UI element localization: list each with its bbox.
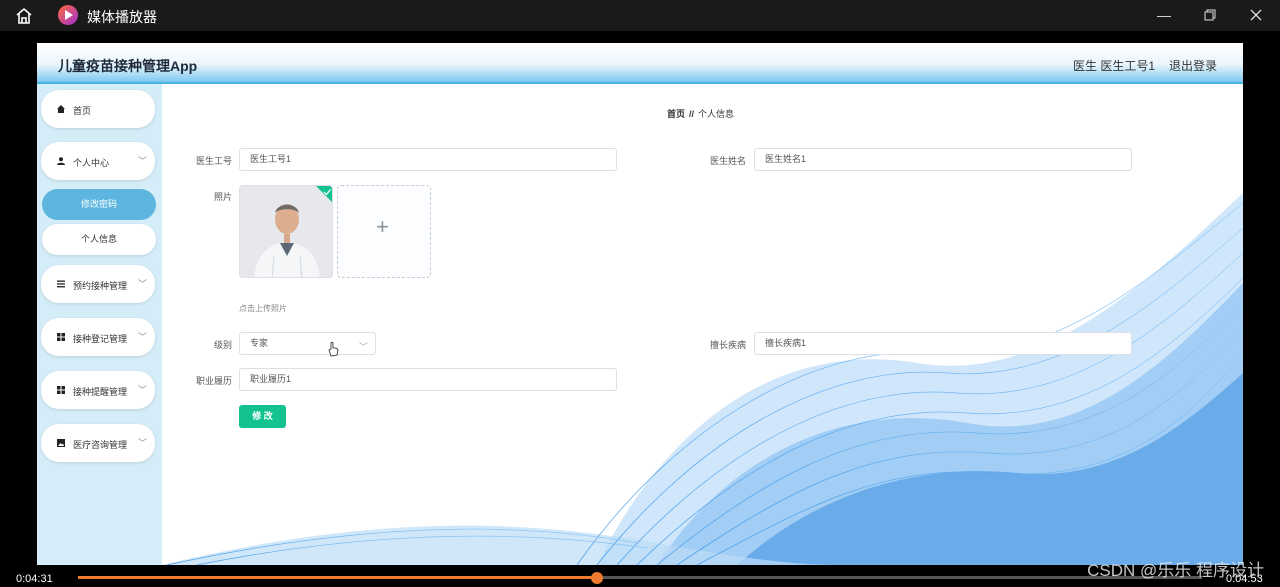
home-icon	[57, 105, 65, 113]
breadcrumb: 首页 //个人信息	[667, 107, 734, 120]
minimize-icon[interactable]: —	[1152, 4, 1176, 26]
list-icon	[57, 280, 65, 288]
sidebar-subitem-personal-info[interactable]: 个人信息	[42, 224, 156, 255]
home-icon[interactable]	[14, 6, 34, 26]
user-icon	[57, 157, 65, 165]
main-content: 首页 //个人信息 医生工号 医生工号1 医生姓名 医生姓名1 照片 + 点击上传…	[162, 84, 1243, 565]
photo-upload-button[interactable]: +	[337, 185, 431, 278]
chevron-down-icon: ﹀	[137, 332, 147, 342]
plus-icon: +	[376, 214, 389, 239]
sidebar-item-registration[interactable]: 接种登记管理 ﹀	[41, 318, 155, 356]
seek-bar[interactable]	[78, 576, 1202, 579]
sidebar-item-label: 预约接种管理	[73, 281, 128, 291]
player-titlebar: 媒体播放器 —	[0, 0, 1280, 31]
career-label: 职业履历	[195, 376, 232, 386]
grid-icon	[57, 386, 65, 394]
sidebar-item-reminder[interactable]: 接种提醒管理 ﹀	[41, 371, 155, 409]
chevron-down-icon: ﹀	[137, 156, 147, 166]
chevron-down-icon: ﹀	[137, 385, 147, 395]
image-icon	[57, 439, 65, 447]
mouse-cursor-icon	[328, 342, 339, 357]
breadcrumb-separator: //	[689, 109, 695, 119]
sidebar-subitem-change-password[interactable]: 修改密码	[42, 189, 156, 220]
app-brand-title: 儿童疫苗接种管理App	[58, 58, 198, 74]
doctor-name-label: 医生姓名	[709, 156, 746, 166]
web-page: 儿童疫苗接种管理App 医生 医生工号1 退出登录 首页 个人中心 ﹀ 修改密码…	[37, 43, 1243, 565]
csdn-watermark: CSDN @乐乐 程序设计	[1087, 561, 1264, 580]
photo-label: 照片	[213, 192, 232, 202]
submit-button[interactable]: 修 改	[239, 405, 286, 428]
specialty-input[interactable]: 擅长疾病1	[754, 332, 1132, 355]
level-label: 级别	[213, 340, 232, 350]
specialty-label: 擅长疾病	[709, 340, 746, 350]
close-icon[interactable]	[1244, 4, 1268, 26]
sidebar-item-home[interactable]: 首页	[41, 90, 155, 128]
app-header: 儿童疫苗接种管理App 医生 医生工号1 退出登录	[37, 43, 1243, 84]
logout-link[interactable]: 退出登录	[1169, 57, 1217, 74]
level-selected-value: 专家	[250, 338, 269, 348]
breadcrumb-home[interactable]: 首页	[667, 109, 685, 119]
breadcrumb-current: 个人信息	[698, 109, 735, 119]
seek-bar-progress	[78, 576, 598, 579]
current-user: 医生 医生工号1	[1072, 59, 1155, 73]
sidebar-item-personal-center[interactable]: 个人中心 ﹀	[41, 142, 155, 180]
grid-icon	[57, 333, 65, 341]
doctor-portrait	[240, 186, 332, 277]
chevron-down-icon: ﹀	[358, 342, 368, 352]
sidebar-item-label: 个人中心	[73, 158, 110, 168]
doctor-id-label: 医生工号	[195, 156, 232, 166]
current-time: 0:04:31	[16, 573, 53, 585]
media-player-logo-icon	[58, 5, 78, 25]
sidebar-item-label: 接种登记管理	[73, 334, 128, 344]
sidebar-item-appointment[interactable]: 预约接种管理 ﹀	[41, 265, 155, 303]
doctor-photo[interactable]	[239, 185, 333, 278]
level-select[interactable]: 专家 ﹀	[239, 332, 376, 355]
career-input[interactable]: 职业履历1	[239, 368, 617, 391]
sidebar-item-consult[interactable]: 医疗咨询管理 ﹀	[41, 424, 155, 462]
seek-thumb[interactable]	[591, 572, 604, 584]
player-title: 媒体播放器	[87, 9, 157, 25]
chevron-down-icon: ﹀	[137, 438, 147, 448]
sidebar-item-label: 医疗咨询管理	[73, 440, 128, 450]
sidebar-item-label: 首页	[73, 106, 92, 116]
sidebar-item-label: 接种提醒管理	[73, 387, 128, 397]
doctor-id-input[interactable]: 医生工号1	[239, 148, 617, 171]
sidebar: 首页 个人中心 ﹀ 修改密码 个人信息 预约接种管理 ﹀ 接种登记管理 ﹀ 接种…	[37, 84, 162, 565]
doctor-name-input[interactable]: 医生姓名1	[754, 148, 1132, 171]
restore-icon[interactable]	[1198, 4, 1222, 26]
chevron-down-icon: ﹀	[137, 279, 147, 289]
upload-hint: 点击上传照片	[239, 304, 287, 313]
